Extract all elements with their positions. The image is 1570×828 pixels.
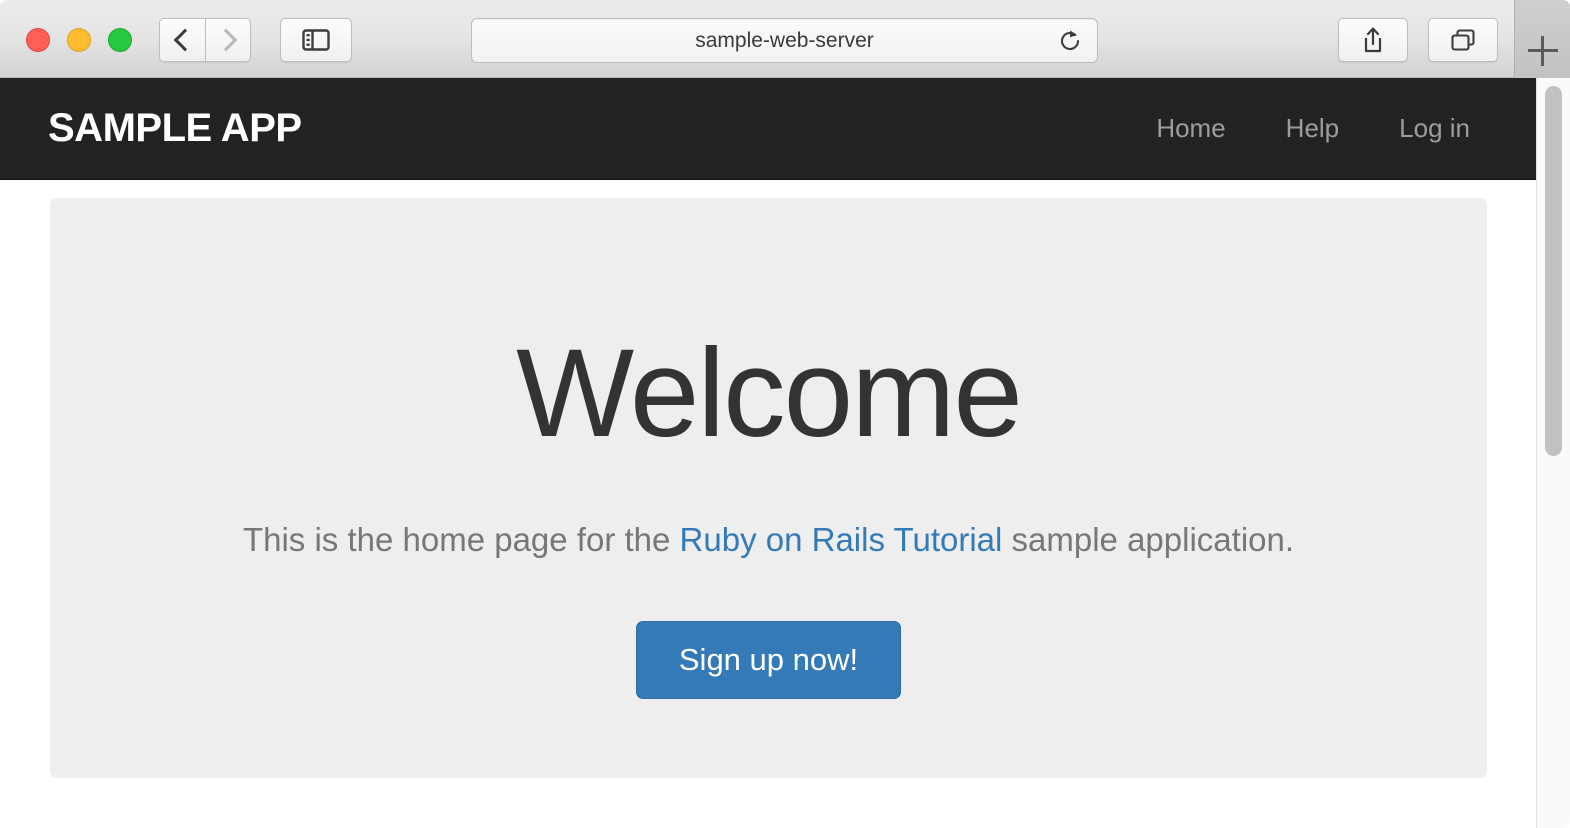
url-text[interactable]: sample-web-server xyxy=(472,19,1097,62)
lead-text-after: sample application. xyxy=(1002,521,1295,559)
chevron-left-icon xyxy=(173,28,196,52)
back-button[interactable] xyxy=(159,18,205,62)
lead-paragraph: This is the home page for the Ruby on Ra… xyxy=(50,459,1487,559)
reload-icon xyxy=(1060,30,1080,50)
address-bar[interactable]: sample-web-server xyxy=(471,18,1098,63)
close-window-button[interactable] xyxy=(26,28,50,52)
site-nav-links: Home Help Log in xyxy=(1126,78,1500,178)
page-viewport: SAMPLE APP Home Help Log in Welcome This… xyxy=(0,78,1570,828)
nav-link-help[interactable]: Help xyxy=(1256,113,1369,144)
page-title: Welcome xyxy=(516,324,1023,463)
signup-button[interactable]: Sign up now! xyxy=(635,621,902,700)
browser-toolbar: sample-web-server xyxy=(0,0,1570,78)
share-icon xyxy=(1364,27,1382,53)
nav-link-home[interactable]: Home xyxy=(1126,113,1255,144)
jumbotron: Welcome This is the home page for the Ru… xyxy=(50,198,1487,778)
sidebar-toggle-button[interactable] xyxy=(280,18,352,62)
reload-button[interactable] xyxy=(1057,28,1083,54)
chevron-right-icon xyxy=(214,28,238,52)
browser-window: sample-web-server SAMPLE APP Home Help L… xyxy=(0,0,1570,828)
rails-tutorial-link[interactable]: Ruby on Rails Tutorial xyxy=(680,521,1003,558)
maximize-window-button[interactable] xyxy=(108,28,132,52)
nav-link-login[interactable]: Log in xyxy=(1369,113,1500,144)
minimize-window-button[interactable] xyxy=(67,28,91,52)
vertical-scrollbar[interactable] xyxy=(1536,78,1570,828)
site-navbar: SAMPLE APP Home Help Log in xyxy=(0,78,1536,180)
plus-icon[interactable] xyxy=(1528,36,1558,66)
share-button[interactable] xyxy=(1338,18,1408,62)
sidebar-icon xyxy=(302,29,330,51)
site-brand[interactable]: SAMPLE APP xyxy=(48,78,302,178)
tab-overview-icon xyxy=(1451,29,1475,51)
window-controls xyxy=(26,28,132,52)
new-tab-panel[interactable] xyxy=(1514,0,1570,78)
forward-button[interactable] xyxy=(205,18,251,62)
tab-overview-button[interactable] xyxy=(1428,18,1498,62)
scrollbar-thumb[interactable] xyxy=(1545,86,1562,456)
lead-text-before: This is the home page for the xyxy=(242,521,680,559)
